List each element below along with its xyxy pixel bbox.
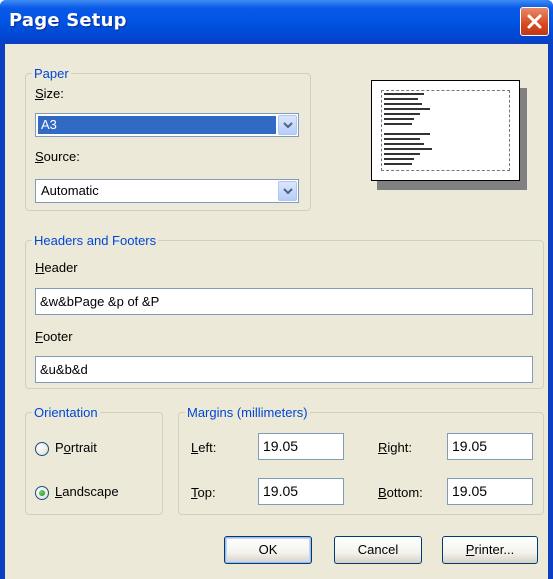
preview-text-line (384, 108, 430, 110)
bottom-margin-input[interactable]: 19.05 (447, 478, 533, 505)
window-title: Page Setup (9, 10, 127, 31)
top-margin-label: Top: (191, 485, 216, 500)
preview-text-line (384, 93, 424, 95)
landscape-label[interactable]: Landscape (55, 484, 119, 499)
preview-text-line (384, 98, 418, 100)
right-margin-label: Right: (378, 440, 412, 455)
close-x-icon (527, 14, 542, 29)
printer-button[interactable]: Printer... (442, 536, 538, 564)
preview-text-line (384, 123, 412, 125)
preview-text-line (384, 133, 430, 135)
preview-text-line (384, 138, 420, 140)
chevron-down-icon (283, 122, 293, 129)
landscape-radio[interactable] (35, 486, 49, 500)
preview-text-line (384, 113, 420, 115)
size-dropdown-button[interactable] (278, 115, 297, 135)
chevron-down-icon (283, 188, 293, 195)
header-label: Header (35, 260, 78, 275)
left-margin-input[interactable]: 19.05 (258, 433, 344, 460)
footer-label: Footer (35, 329, 73, 344)
cancel-button[interactable]: Cancel (334, 536, 422, 564)
portrait-label[interactable]: Portrait (55, 440, 97, 455)
radio-selected-dot (39, 490, 45, 496)
left-margin-label: Left: (191, 440, 217, 455)
preview-text-line (384, 163, 412, 165)
preview-page (371, 80, 520, 181)
right-margin-input[interactable]: 19.05 (447, 433, 533, 460)
header-input[interactable]: &w&bPage &p of &P (35, 288, 533, 315)
page-preview (371, 80, 527, 190)
headers-footers-legend: Headers and Footers (34, 233, 157, 248)
size-value: A3 (38, 116, 276, 134)
preview-text-line (384, 153, 420, 155)
size-select[interactable]: A3 (35, 113, 299, 137)
source-label: Source: (35, 149, 80, 164)
footer-input[interactable]: &u&b&d (35, 356, 533, 383)
orientation-legend: Orientation (34, 405, 98, 420)
size-label: Size: (35, 86, 64, 101)
preview-text-line (384, 143, 424, 145)
margins-legend: Margins (millimeters) (187, 405, 308, 420)
ok-button[interactable]: OK (224, 536, 312, 564)
source-select[interactable]: Automatic (35, 179, 299, 203)
preview-text-line (384, 103, 422, 105)
close-button[interactable] (520, 7, 549, 36)
preview-text-line (384, 158, 414, 160)
preview-text-line (384, 118, 414, 120)
portrait-radio[interactable] (35, 442, 49, 456)
source-dropdown-button[interactable] (278, 181, 297, 201)
preview-text-line (384, 148, 432, 150)
top-margin-input[interactable]: 19.05 (258, 478, 344, 505)
source-value: Automatic (41, 183, 99, 198)
paper-legend: Paper (34, 66, 69, 81)
page-setup-dialog: Page Setup Paper Size: A3 Source: Automa… (0, 0, 553, 579)
bottom-margin-label: Bottom: (378, 485, 423, 500)
title-bar[interactable]: Page Setup (0, 0, 553, 44)
dialog-body: Paper Size: A3 Source: Automatic Headers… (5, 44, 548, 579)
